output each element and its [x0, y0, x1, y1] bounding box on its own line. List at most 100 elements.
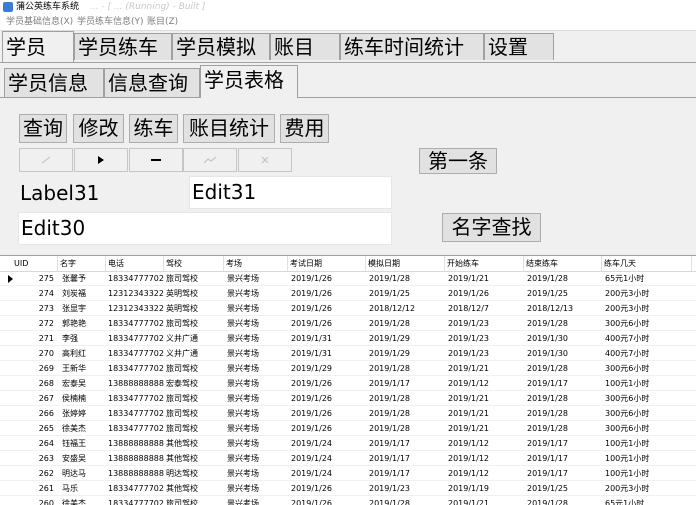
cell-practice-days[interactable]: 300元6小时: [605, 361, 693, 376]
cell-start-practice[interactable]: 2019/1/12: [448, 436, 524, 451]
cell-practice-days[interactable]: 200元3小时: [605, 286, 693, 301]
cell-practice-days[interactable]: 300元6小时: [605, 421, 693, 436]
cell-phone[interactable]: 18334777702: [108, 271, 164, 286]
cell-name[interactable]: 郭艳艳: [62, 316, 106, 331]
cell-name[interactable]: 侯楠楠: [62, 391, 106, 406]
cell-exam-site[interactable]: 景兴考场: [227, 451, 288, 466]
cell-exam-site[interactable]: 景兴考场: [227, 346, 288, 361]
cell-practice-days[interactable]: 300元6小时: [605, 406, 693, 421]
cell-start-practice[interactable]: 2019/1/12: [448, 466, 524, 481]
cell-sim-date[interactable]: 2019/1/17: [369, 451, 445, 466]
cell-uid[interactable]: 264: [12, 436, 56, 451]
menu-student-basic[interactable]: 学员基础信息(X): [6, 14, 73, 30]
edit31-field[interactable]: Edit31: [189, 176, 392, 209]
cell-phone[interactable]: 18334777702: [108, 481, 164, 496]
table-row[interactable]: 266 张婷婷 18334777702 旅司驾校 景兴考场 2019/1/26 2019/1…: [0, 406, 696, 421]
edit30-field[interactable]: Edit30: [18, 212, 392, 245]
cell-sim-date[interactable]: 2019/1/28: [369, 361, 445, 376]
cell-sim-date[interactable]: 2019/1/17: [369, 376, 445, 391]
cell-exam-site[interactable]: 景兴考场: [227, 361, 288, 376]
cell-exam-site[interactable]: 景兴考场: [227, 301, 288, 316]
cell-end-practice[interactable]: 2019/1/17: [527, 466, 602, 481]
cell-school[interactable]: 宏泰驾校: [166, 376, 224, 391]
cell-start-practice[interactable]: 2019/1/12: [448, 451, 524, 466]
cell-sim-date[interactable]: 2019/1/29: [369, 346, 445, 361]
cell-sim-date[interactable]: 2019/1/28: [369, 406, 445, 421]
table-row[interactable]: 273 张显宇 12312343322 英明驾校 景兴考场 2019/1/26 2018/1…: [0, 301, 696, 316]
cell-phone[interactable]: 18334777702: [108, 361, 164, 376]
cell-exam-date[interactable]: 2019/1/26: [291, 316, 366, 331]
cell-end-practice[interactable]: 2019/1/25: [527, 481, 602, 496]
cell-end-practice[interactable]: 2019/1/25: [527, 286, 602, 301]
student-table[interactable]: UID 名字 电话 驾校 考场 考试日期 模拟日期 开始练车 结束练车 练车几天…: [0, 255, 696, 505]
cell-exam-date[interactable]: 2019/1/31: [291, 331, 366, 346]
cell-school[interactable]: 旅司驾校: [166, 421, 224, 436]
cell-phone[interactable]: 13888888888: [108, 376, 164, 391]
col-end-practice[interactable]: 结束练车: [524, 256, 602, 271]
cell-phone[interactable]: 13888888888: [108, 466, 164, 481]
table-row[interactable]: 272 郭艳艳 18334777702 旅司驾校 景兴考场 2019/1/26 2019/1…: [0, 316, 696, 331]
cell-name[interactable]: 张婷婷: [62, 406, 106, 421]
cell-start-practice[interactable]: 2019/1/21: [448, 406, 524, 421]
cell-sim-date[interactable]: 2019/1/17: [369, 436, 445, 451]
cell-start-practice[interactable]: 2019/1/21: [448, 271, 524, 286]
cell-end-practice[interactable]: 2019/1/28: [527, 391, 602, 406]
cell-sim-date[interactable]: 2019/1/28: [369, 421, 445, 436]
cell-name[interactable]: 高利红: [62, 346, 106, 361]
query-button[interactable]: 查询: [19, 114, 67, 143]
cell-name[interactable]: 刘炭福: [62, 286, 106, 301]
cell-end-practice[interactable]: 2019/1/17: [527, 376, 602, 391]
cell-end-practice[interactable]: 2019/1/28: [527, 271, 602, 286]
cell-uid[interactable]: 267: [12, 391, 56, 406]
tab-info-query[interactable]: 信息查询: [104, 68, 200, 97]
cell-start-practice[interactable]: 2019/1/21: [448, 421, 524, 436]
tab-student-simulation[interactable]: 学员模拟: [172, 33, 270, 60]
cell-end-practice[interactable]: 2019/1/28: [527, 406, 602, 421]
cell-practice-days[interactable]: 400元7小时: [605, 346, 693, 361]
name-search-button[interactable]: 名字查找: [442, 213, 541, 242]
cell-end-practice[interactable]: 2018/12/13: [527, 301, 602, 316]
cell-start-practice[interactable]: 2019/1/21: [448, 361, 524, 376]
cell-practice-days[interactable]: 100元1小时: [605, 376, 693, 391]
table-row[interactable]: 265 徐美杰 18334777702 旅司驾校 景兴考场 2019/1/26 2019/1…: [0, 421, 696, 436]
cell-practice-days[interactable]: 300元6小时: [605, 316, 693, 331]
tab-student-info[interactable]: 学员信息: [4, 68, 104, 97]
cell-school[interactable]: 旅司驾校: [166, 271, 224, 286]
cell-start-practice[interactable]: 2019/1/23: [448, 331, 524, 346]
cell-end-practice[interactable]: 2019/1/28: [527, 421, 602, 436]
table-row[interactable]: 267 侯楠楠 18334777702 旅司驾校 景兴考场 2019/1/26 2019/1…: [0, 391, 696, 406]
col-name[interactable]: 名字: [58, 256, 106, 271]
table-row[interactable]: 270 高利红 18334777702 义井广通 景兴考场 2019/1/31 2019/1…: [0, 346, 696, 361]
cell-sim-date[interactable]: 2019/1/29: [369, 331, 445, 346]
col-phone[interactable]: 电话: [106, 256, 164, 271]
menu-accounts[interactable]: 账目(Z): [147, 14, 178, 30]
cell-practice-days[interactable]: 100元1小时: [605, 466, 693, 481]
cell-name[interactable]: 王新华: [62, 361, 106, 376]
table-row[interactable]: 262 明达马 13888888888 明达驾校 景兴考场 2019/1/24 2019/1…: [0, 466, 696, 481]
cell-end-practice[interactable]: 2019/1/30: [527, 331, 602, 346]
cell-exam-site[interactable]: 景兴考场: [227, 331, 288, 346]
cell-practice-days[interactable]: 65元1小时: [605, 271, 693, 286]
cell-name[interactable]: 钰福王: [62, 436, 106, 451]
cell-school[interactable]: 旅司驾校: [166, 361, 224, 376]
cell-school[interactable]: 其他驾校: [166, 451, 224, 466]
cell-sim-date[interactable]: 2018/12/12: [369, 301, 445, 316]
cell-phone[interactable]: 12312343322: [108, 301, 164, 316]
cell-exam-site[interactable]: 景兴考场: [227, 286, 288, 301]
cell-name[interactable]: 安盛吴: [62, 451, 106, 466]
cell-uid[interactable]: 262: [12, 466, 56, 481]
first-record-button[interactable]: 第一条: [419, 148, 497, 174]
nav-next-button[interactable]: [74, 148, 128, 172]
cell-uid[interactable]: 269: [12, 361, 56, 376]
table-row[interactable]: 268 宏泰吴 13888888888 宏泰驾校 景兴考场 2019/1/26 2019/1…: [0, 376, 696, 391]
cell-exam-date[interactable]: 2019/1/26: [291, 421, 366, 436]
cell-phone[interactable]: 18334777702: [108, 421, 164, 436]
cell-uid[interactable]: 271: [12, 331, 56, 346]
cell-sim-date[interactable]: 2019/1/28: [369, 316, 445, 331]
cell-school[interactable]: 义井广通: [166, 331, 224, 346]
cell-exam-date[interactable]: 2019/1/31: [291, 346, 366, 361]
cell-exam-site[interactable]: 景兴考场: [227, 436, 288, 451]
cell-exam-site[interactable]: 景兴考场: [227, 271, 288, 286]
col-exam-site[interactable]: 考场: [224, 256, 288, 271]
cell-uid[interactable]: 270: [12, 346, 56, 361]
